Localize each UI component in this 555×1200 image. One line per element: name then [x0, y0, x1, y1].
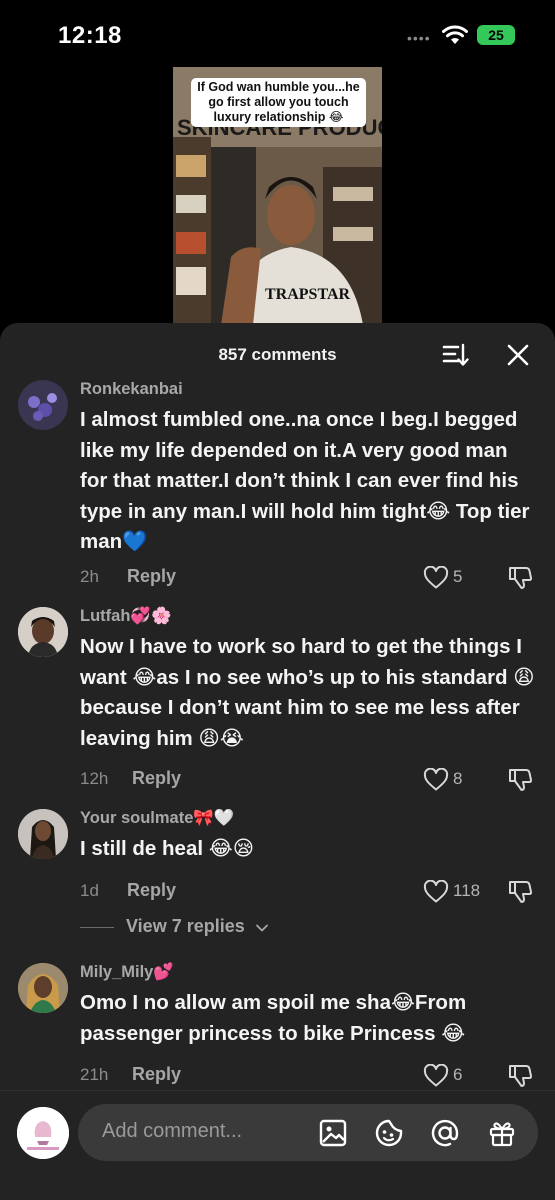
sort-icon[interactable]	[441, 341, 469, 369]
comment-username[interactable]: Ronkekanbai	[80, 380, 183, 399]
comments-sheet: 857 comments Ronkekanbai I almost fumble…	[0, 323, 555, 1200]
view-replies-button[interactable]: View 7 replies	[80, 916, 380, 940]
battery-icon: 25	[477, 25, 515, 45]
heart-icon[interactable]	[423, 1064, 449, 1088]
status-bar: 12:18 •••• 25	[0, 0, 555, 70]
comment-time: 2h	[80, 567, 99, 586]
heart-icon[interactable]	[423, 566, 449, 590]
reply-button[interactable]: Reply	[127, 566, 176, 587]
wifi-icon	[442, 25, 468, 44]
dislike-icon[interactable]	[507, 564, 533, 590]
avatar[interactable]	[18, 963, 68, 1013]
comment-text: Now I have to work so hard to get the th…	[80, 635, 535, 750]
battery-level: 25	[488, 27, 504, 43]
avatar[interactable]	[18, 809, 68, 859]
add-comment-input[interactable]: Add comment...	[78, 1104, 538, 1161]
comment-text: Omo I no allow am spoil me sha😂From pass…	[80, 991, 467, 1045]
status-time: 12:18	[58, 22, 122, 49]
like-count: 8	[453, 769, 463, 788]
comment-time: 12h	[80, 769, 109, 788]
heart-icon[interactable]	[423, 880, 449, 904]
like-count: 5	[453, 567, 463, 586]
divider	[80, 927, 114, 928]
video-thumbnail[interactable]: SKINCARE PRODUC TRAPSTAR If God wan humb…	[173, 67, 382, 325]
comment-time: 1d	[80, 881, 99, 900]
avatar[interactable]	[18, 607, 68, 657]
like-count: 6	[453, 1065, 463, 1084]
avatar[interactable]	[18, 380, 68, 430]
close-icon[interactable]	[505, 342, 531, 368]
reply-button[interactable]: Reply	[132, 1064, 181, 1085]
comment-text: I almost fumbled one..na once I beg.I be…	[80, 408, 530, 553]
video-caption: If God wan humble you...he go first allo…	[191, 78, 366, 127]
comment-username[interactable]: Mily_Mily💕	[80, 963, 174, 982]
comment-count: 857 comments	[218, 345, 337, 364]
reply-button[interactable]: Reply	[132, 768, 181, 789]
comment-username[interactable]: Lutfah💞🌸	[80, 607, 172, 626]
dislike-icon[interactable]	[507, 878, 533, 904]
comments-header: 857 comments	[0, 341, 555, 371]
comment-time: 21h	[80, 1065, 109, 1084]
heart-icon[interactable]	[423, 768, 449, 792]
comment-text: I still de heal 😂😪	[80, 837, 255, 860]
mention-icon[interactable]	[430, 1118, 460, 1148]
like-count: 118	[453, 881, 481, 900]
reply-button[interactable]: Reply	[127, 880, 176, 901]
cellular-signal-icon: ••••	[407, 30, 431, 46]
view-replies-label: View 7 replies	[126, 916, 245, 936]
shirt-text: TRAPSTAR	[265, 286, 350, 303]
chevron-down-icon	[256, 924, 268, 932]
comment-username[interactable]: Your soulmate🎀🤍	[80, 809, 234, 828]
add-comment-placeholder: Add comment...	[102, 1120, 243, 1142]
sticker-icon[interactable]	[374, 1118, 404, 1148]
my-avatar[interactable]	[17, 1107, 69, 1159]
image-icon[interactable]	[318, 1118, 348, 1148]
dislike-icon[interactable]	[507, 766, 533, 792]
gift-icon[interactable]	[487, 1118, 517, 1148]
dislike-icon[interactable]	[507, 1062, 533, 1088]
comment-input-bar: Add comment...	[0, 1090, 555, 1200]
